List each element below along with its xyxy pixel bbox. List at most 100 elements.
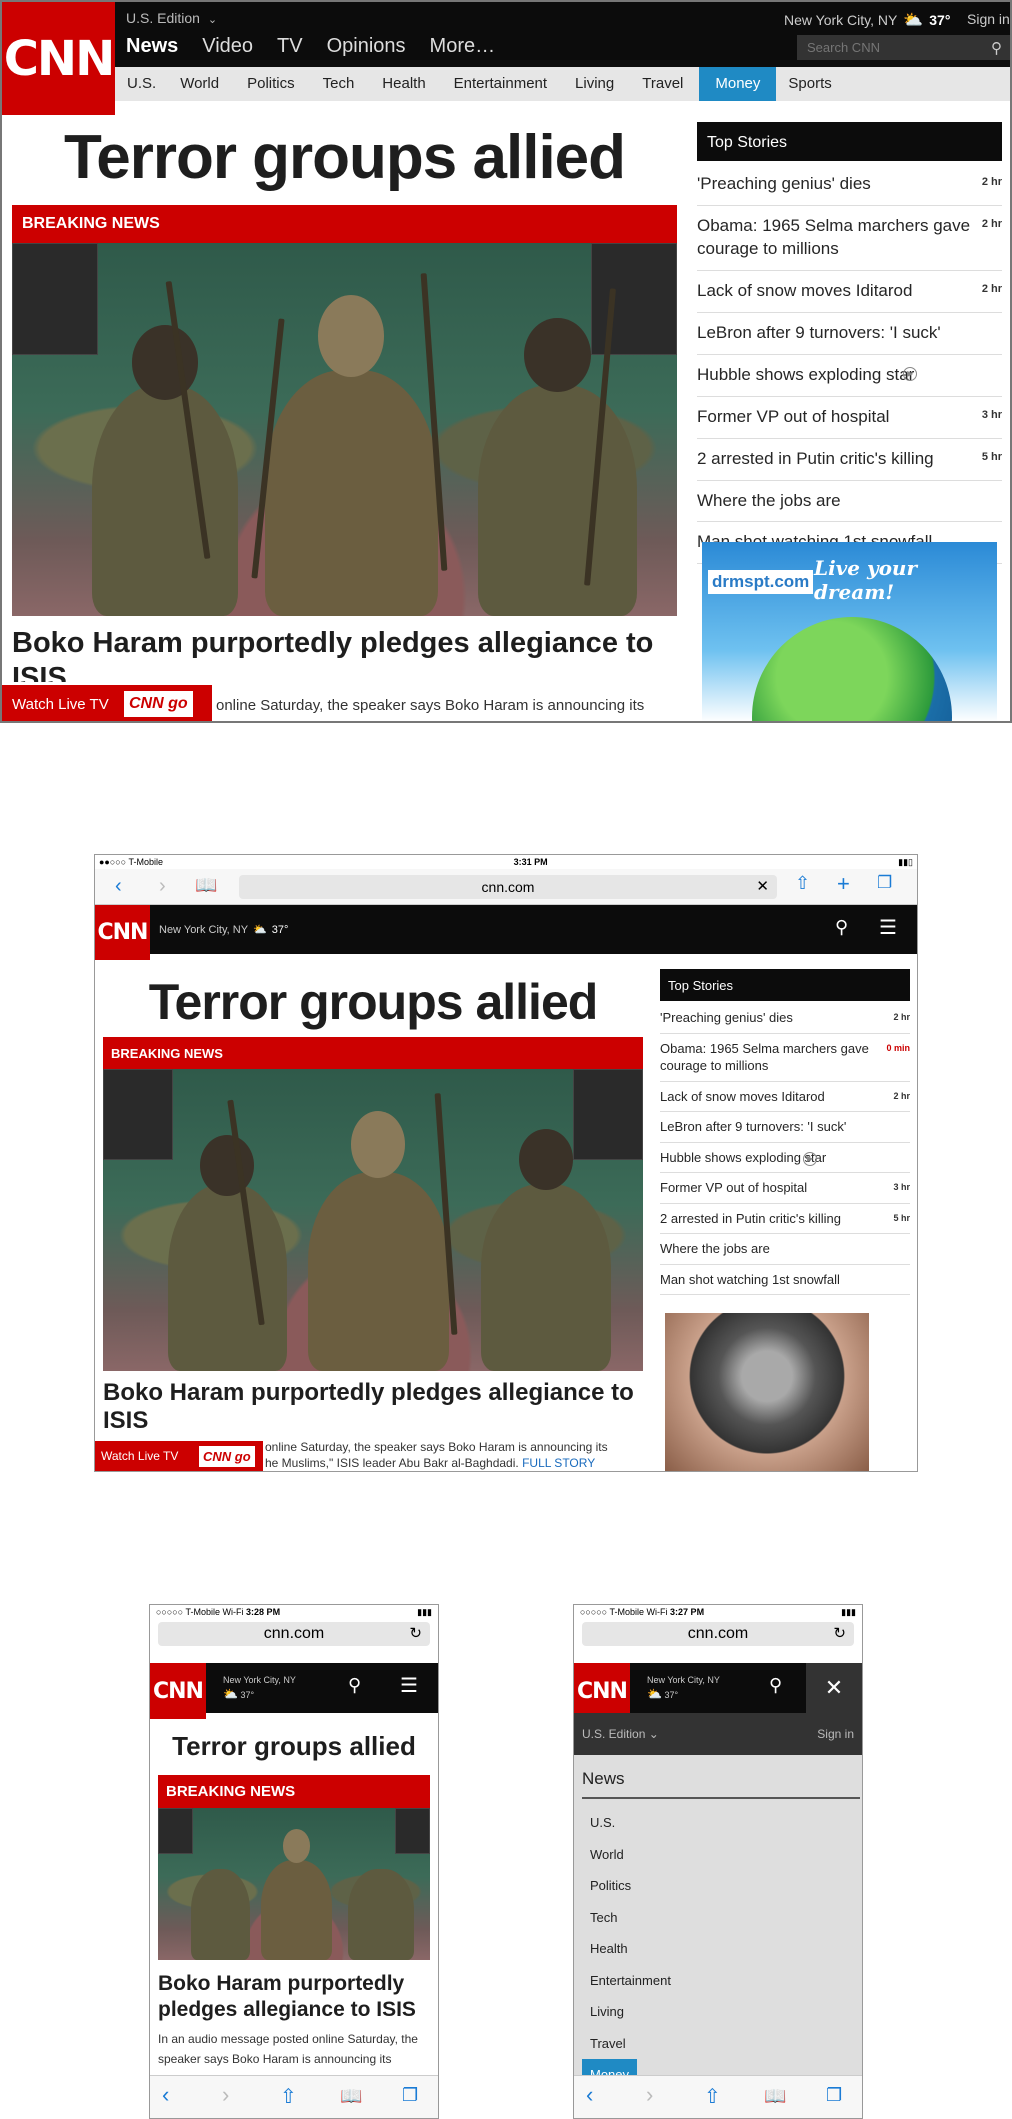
- search-icon[interactable]: ⚲: [348, 1675, 361, 1696]
- menu-header[interactable]: News: [582, 1755, 860, 1799]
- close-menu-button[interactable]: ✕: [806, 1663, 862, 1713]
- share-icon[interactable]: ⇧: [795, 873, 810, 894]
- menu-item-tech[interactable]: Tech: [582, 1902, 862, 1934]
- top-story-item[interactable]: Where the jobs are: [697, 481, 1002, 523]
- page-headline[interactable]: Terror groups allied: [103, 973, 643, 1031]
- new-tab-icon[interactable]: +: [837, 871, 850, 897]
- top-story-item[interactable]: Hubble shows exploding star ▶: [697, 355, 1002, 397]
- cnn-logo[interactable]: CNN: [574, 1663, 630, 1719]
- share-icon[interactable]: ⇧: [704, 2084, 721, 2109]
- edition-selector[interactable]: U.S. Edition ⌄: [582, 1727, 659, 1741]
- menu-icon[interactable]: ☰: [879, 915, 897, 940]
- section-sports[interactable]: Sports: [776, 67, 843, 101]
- top-story-item[interactable]: 2 arrested in Putin critic's killing 5 hr: [697, 439, 1002, 481]
- top-story-item[interactable]: Former VP out of hospital 3 hr: [660, 1173, 910, 1204]
- search-icon[interactable]: ⚲: [769, 1675, 782, 1696]
- tabs-icon[interactable]: ❐: [826, 2085, 842, 2106]
- top-story-title: 'Preaching genius' dies: [697, 174, 871, 193]
- section-us[interactable]: U.S.: [115, 67, 168, 101]
- tabs-icon[interactable]: ❐: [877, 873, 892, 893]
- nav-more[interactable]: More…: [430, 35, 496, 58]
- full-story-link[interactable]: FULL STORY: [522, 1456, 595, 1470]
- menu-item-living[interactable]: Living: [582, 1996, 862, 2028]
- reload-icon[interactable]: ↻: [409, 1624, 422, 1642]
- search-icon[interactable]: ⚲: [991, 39, 1002, 57]
- section-living[interactable]: Living: [563, 67, 630, 101]
- section-entertainment[interactable]: Entertainment: [442, 67, 563, 101]
- section-world[interactable]: World: [168, 67, 235, 101]
- top-stories-list: 'Preaching genius' dies 2 hr Obama: 1965 S…: [697, 164, 1002, 565]
- reload-icon[interactable]: ↻: [833, 1624, 846, 1642]
- story-photo[interactable]: [12, 243, 677, 616]
- back-icon[interactable]: ‹: [115, 875, 122, 898]
- menu-item-money[interactable]: Money: [582, 2059, 638, 2075]
- forward-icon[interactable]: ›: [159, 875, 166, 898]
- nav-tv[interactable]: TV: [277, 35, 303, 58]
- top-story-item[interactable]: Lack of snow moves Iditarod 2 hr: [660, 1082, 910, 1113]
- top-story-item[interactable]: Lack of snow moves Iditarod 2 hr: [697, 271, 1002, 313]
- address-bar[interactable]: cnn.com ✕: [239, 875, 777, 899]
- story-photo[interactable]: [103, 1069, 643, 1371]
- share-icon[interactable]: ⇧: [280, 2084, 297, 2109]
- back-icon[interactable]: ‹: [586, 2082, 593, 2108]
- menu-item-politics[interactable]: Politics: [582, 1870, 862, 1902]
- battery-icon: ▮▮▯: [898, 856, 913, 867]
- sign-in-link[interactable]: Sign in: [967, 11, 1010, 27]
- menu-item-health[interactable]: Health: [582, 1933, 862, 1965]
- story-title[interactable]: Boko Haram purportedly pledges allegianc…: [158, 1971, 430, 2023]
- sign-in-link[interactable]: Sign in: [817, 1727, 854, 1741]
- page-headline[interactable]: Terror groups allied: [12, 122, 677, 193]
- top-stories-list: 'Preaching genius' dies 2 hr Obama: 1965 S…: [660, 1003, 910, 1296]
- section-money[interactable]: Money: [699, 67, 777, 101]
- story-photo[interactable]: [158, 1808, 430, 1960]
- section-health[interactable]: Health: [370, 67, 441, 101]
- section-travel[interactable]: Travel: [630, 67, 699, 101]
- top-story-item[interactable]: Man shot watching 1st snowfall: [660, 1265, 910, 1296]
- top-story-item[interactable]: Where the jobs are: [660, 1234, 910, 1265]
- top-story-item[interactable]: 'Preaching genius' dies 2 hr: [660, 1003, 910, 1034]
- menu-item-entertainment[interactable]: Entertainment: [582, 1965, 862, 1997]
- search-input[interactable]: [805, 39, 991, 56]
- top-story-timestamp: 2 hr: [893, 1012, 910, 1022]
- forward-icon[interactable]: ›: [222, 2082, 229, 2108]
- nav-opinions[interactable]: Opinions: [327, 35, 406, 58]
- edition-selector[interactable]: U.S. Edition ⌄: [126, 10, 217, 26]
- bookmarks-icon[interactable]: 📖: [764, 2086, 786, 2107]
- watch-live-tv-button[interactable]: Watch Live TV CNN go: [95, 1441, 263, 1471]
- top-story-item[interactable]: 2 arrested in Putin critic's killing 5 hr: [660, 1204, 910, 1235]
- bookmarks-icon[interactable]: 📖: [195, 875, 217, 896]
- menu-icon[interactable]: ☰: [400, 1673, 418, 1698]
- address-bar[interactable]: cnn.com ↻: [582, 1622, 854, 1646]
- menu-item-world[interactable]: World: [582, 1839, 862, 1871]
- top-story-item[interactable]: Obama: 1965 Selma marchers gave courage …: [697, 206, 1002, 271]
- address-bar[interactable]: cnn.com ↻: [158, 1622, 430, 1646]
- back-icon[interactable]: ‹: [162, 2082, 169, 2108]
- cnn-logo[interactable]: CNN: [95, 905, 150, 960]
- ad-banner[interactable]: drmspt.com Live your dream!: [702, 542, 997, 721]
- forward-icon[interactable]: ›: [646, 2082, 653, 2108]
- close-icon[interactable]: ✕: [756, 877, 769, 895]
- top-story-item[interactable]: 'Preaching genius' dies 2 hr: [697, 164, 1002, 206]
- section-politics[interactable]: Politics: [235, 67, 311, 101]
- top-story-item[interactable]: Hubble shows exploding star ▶: [660, 1143, 910, 1174]
- tabs-icon[interactable]: ❐: [402, 2085, 418, 2106]
- section-tech[interactable]: Tech: [311, 67, 371, 101]
- watch-live-tv-button[interactable]: Watch Live TV CNN go: [2, 685, 212, 721]
- search-box[interactable]: ⚲: [797, 35, 1010, 60]
- cnn-logo[interactable]: CNN: [150, 1663, 206, 1719]
- menu-item-u-s[interactable]: U.S.: [582, 1807, 862, 1839]
- cnn-logo[interactable]: CNN: [2, 2, 115, 115]
- top-story-item[interactable]: Former VP out of hospital 3 hr: [697, 397, 1002, 439]
- top-story-item[interactable]: LeBron after 9 turnovers: 'I suck': [697, 313, 1002, 355]
- story-title[interactable]: Boko Haram purportedly pledges allegianc…: [12, 626, 677, 682]
- top-story-item[interactable]: Obama: 1965 Selma marchers gave courage …: [660, 1034, 910, 1082]
- nav-news[interactable]: News: [126, 35, 178, 58]
- menu-item-travel[interactable]: Travel: [582, 2028, 862, 2060]
- top-story-item[interactable]: LeBron after 9 turnovers: 'I suck': [660, 1112, 910, 1143]
- ad-watch-image[interactable]: [665, 1313, 869, 1471]
- search-icon[interactable]: ⚲: [835, 917, 848, 938]
- page-headline[interactable]: Terror groups allied: [158, 1731, 430, 1762]
- story-title[interactable]: Boko Haram purportedly pledges allegianc…: [103, 1379, 643, 1435]
- bookmarks-icon[interactable]: 📖: [340, 2086, 362, 2107]
- nav-video[interactable]: Video: [202, 35, 253, 58]
